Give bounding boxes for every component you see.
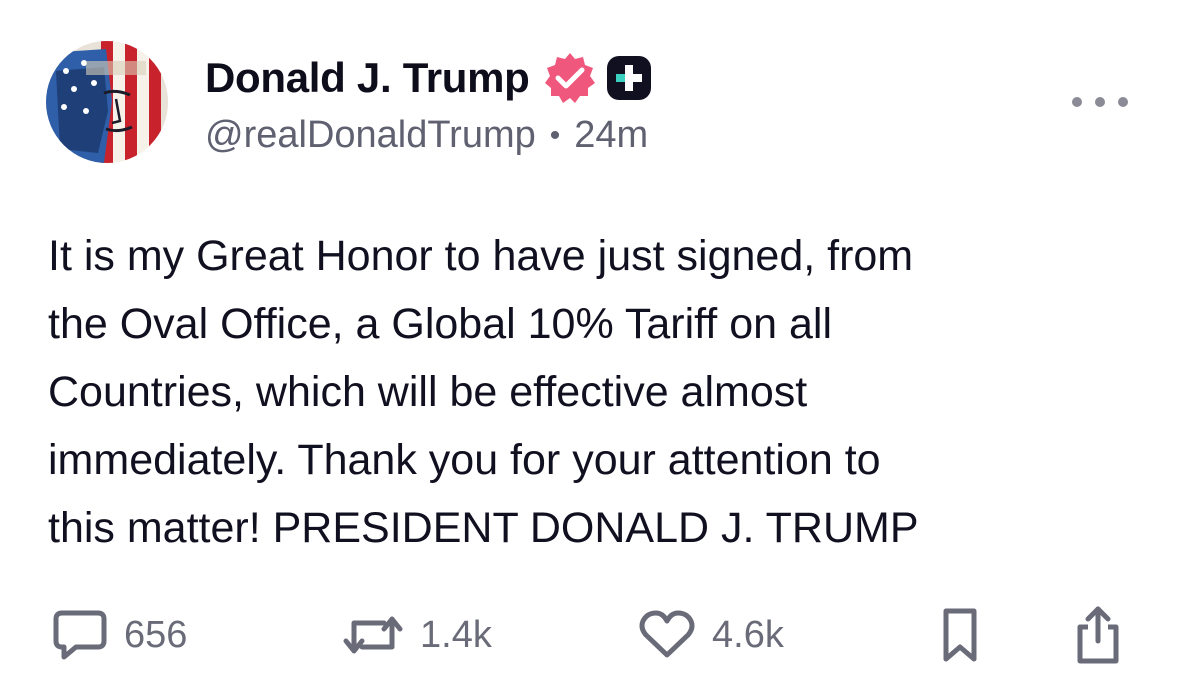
- author-display-name[interactable]: Donald J. Trump: [205, 54, 530, 102]
- post-text-line: this matter! PRESIDENT DONALD J. TRUMP: [48, 504, 919, 552]
- post-actions: 656 1.4k 4.6k: [0, 605, 1178, 665]
- avatar[interactable]: [46, 41, 168, 163]
- more-options-button[interactable]: [1072, 88, 1128, 116]
- post-card: Donald J. Trump @realDonaldTrump • 24m I…: [0, 0, 1178, 695]
- share-icon: [1077, 606, 1119, 664]
- separator-dot: •: [549, 118, 561, 152]
- post-timestamp[interactable]: 24m: [574, 114, 648, 157]
- bookmark-icon: [943, 608, 977, 662]
- retruth-count: 1.4k: [420, 613, 492, 656]
- post-text: It is my Great Honor to have just signed…: [48, 222, 1148, 562]
- reply-count: 656: [124, 613, 188, 656]
- more-horizontal-icon: [1072, 97, 1082, 107]
- post-text-line: the Oval Office, a Global 10% Tariff on …: [48, 300, 832, 348]
- verified-badge-icon: [544, 53, 595, 103]
- post-text-line: Countries, which will be effective almos…: [48, 368, 808, 416]
- author-name-row: Donald J. Trump: [205, 50, 652, 106]
- author-handle-row: @realDonaldTrump • 24m: [205, 114, 648, 157]
- like-button[interactable]: 4.6k: [638, 605, 784, 665]
- repost-arrows-icon: [343, 616, 403, 654]
- heart-icon: [639, 610, 695, 658]
- truth-plus-icon: [606, 56, 651, 100]
- post-text-line: immediately. Thank you for your attentio…: [48, 436, 881, 484]
- bookmark-button[interactable]: [940, 605, 980, 665]
- retruth-button[interactable]: 1.4k: [342, 605, 492, 665]
- post-text-line: It is my Great Honor to have just signed…: [48, 232, 914, 280]
- like-count: 4.6k: [712, 613, 784, 656]
- reply-bubble-icon: [53, 610, 107, 660]
- author-handle[interactable]: @realDonaldTrump: [205, 114, 536, 157]
- reply-button[interactable]: 656: [52, 605, 187, 665]
- share-button[interactable]: [1072, 605, 1124, 665]
